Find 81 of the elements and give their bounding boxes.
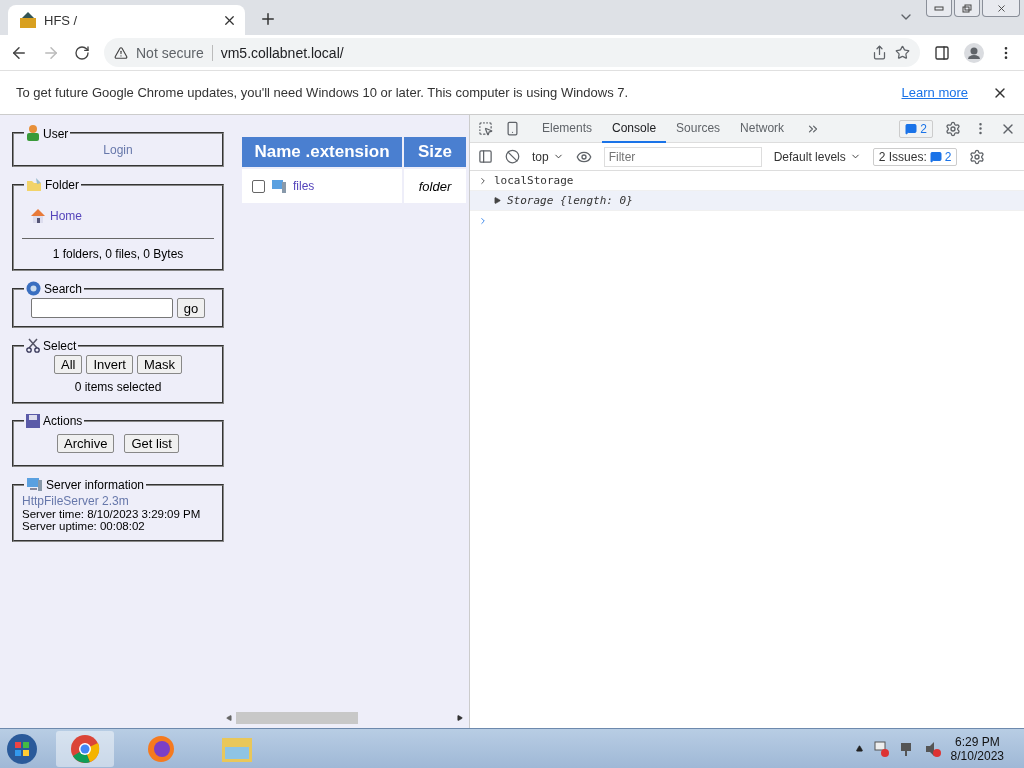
profile-icon[interactable] (964, 42, 984, 63)
console-output-text: Storage {length: 0} (507, 194, 633, 207)
side-panel-icon[interactable] (934, 44, 950, 61)
selection-count: 0 items selected (74, 380, 162, 394)
file-link[interactable]: files (293, 179, 315, 193)
inspect-icon[interactable] (478, 121, 493, 136)
speaker-icon[interactable] (924, 740, 941, 757)
settings-icon[interactable] (969, 148, 986, 165)
infobar-message: To get future Google Chrome updates, you'll need Windows 10 or later. This computer is using Windows 7. (16, 85, 629, 100)
clock-time: 6:29 PM (954, 734, 1000, 749)
start-button[interactable] (6, 732, 38, 765)
search-field[interactable] (30, 298, 173, 318)
folder-icon (26, 177, 42, 192)
action-button[interactable]: Get list (124, 434, 179, 453)
panel-title: User (43, 127, 69, 141)
star-icon[interactable] (895, 45, 910, 60)
devtools-tab[interactable]: Elements (532, 114, 603, 143)
panel-title: Select (43, 339, 77, 353)
taskbar-app[interactable] (56, 730, 114, 767)
browser-tab[interactable]: HFS / (8, 5, 245, 35)
row-checkbox[interactable] (252, 179, 265, 193)
minimize-icon (934, 5, 944, 11)
message-icon (929, 150, 942, 163)
clear-console-icon[interactable] (505, 149, 520, 164)
close-window-button[interactable] (982, 0, 1020, 17)
messages-badge[interactable]: 2 (899, 119, 933, 138)
restore-button[interactable] (954, 0, 980, 17)
server-info-line: Server time: 8/10/2023 3:29:09 PM (22, 508, 202, 520)
select-button[interactable]: Invert (86, 355, 133, 374)
minimize-button[interactable] (926, 0, 952, 17)
new-tab-icon[interactable] (259, 10, 277, 28)
device-icon[interactable] (505, 121, 520, 136)
restore-icon (962, 3, 972, 13)
address-bar[interactable]: Not secure vm5.collabnet.local/ (104, 38, 920, 67)
computer-icon (26, 477, 43, 492)
levels-dropdown[interactable]: Default levels (773, 149, 861, 164)
share-icon[interactable] (872, 45, 887, 60)
sidebar-toggle-icon[interactable] (478, 149, 493, 164)
scissors-icon (26, 338, 40, 353)
user-icon (26, 125, 40, 141)
scroll-right-icon[interactable] (457, 715, 463, 721)
column-header[interactable]: Name .extension (242, 137, 402, 167)
server-info-line: Server uptime: 00:08:02 (22, 520, 146, 532)
select-button[interactable]: All (54, 355, 83, 374)
issues-button[interactable]: 2 Issues: 2 (872, 147, 958, 166)
tray-arrow-icon[interactable] (855, 745, 863, 752)
hfs-logo-icon (20, 12, 36, 28)
home-link[interactable]: Home (50, 209, 82, 223)
reload-icon[interactable] (74, 44, 90, 61)
server-version-link[interactable]: HttpFileServer 2.3m (22, 494, 214, 508)
learn-more-link[interactable]: Learn more (901, 85, 968, 100)
prompt-icon (478, 175, 488, 186)
column-header[interactable]: Size (404, 137, 466, 167)
close-icon (995, 2, 1007, 14)
warning-icon (114, 45, 128, 60)
url-text: vm5.collabnet.local/ (220, 44, 344, 61)
folder-summary: 1 folders, 0 files, 0 Bytes (52, 247, 184, 261)
browser-logo-icon (70, 733, 100, 764)
size-cell: folder (418, 178, 452, 194)
prompt-icon (478, 216, 488, 226)
go-button[interactable]: go (176, 298, 206, 318)
devtools-tab[interactable]: Network (730, 114, 795, 143)
home-icon (30, 208, 46, 224)
scroll-left-icon[interactable] (226, 715, 232, 721)
filter-field[interactable]: Filter (603, 146, 762, 167)
settings-icon[interactable] (945, 120, 961, 137)
clock-date: 8/10/2023 (950, 748, 1004, 763)
security-label: Not secure (136, 44, 213, 61)
panel-title: Search (44, 282, 83, 296)
action-button[interactable]: Archive (57, 434, 115, 453)
panel-title: Server information (46, 478, 145, 492)
login-link[interactable]: Login (103, 143, 133, 157)
expand-icon[interactable] (494, 197, 501, 204)
select-button[interactable]: Mask (136, 355, 182, 374)
console-command-text: localStorage (494, 174, 574, 187)
devtools-tab[interactable]: Sources (666, 114, 731, 143)
panel-title: Folder (45, 178, 79, 192)
computer-icon (271, 178, 287, 194)
panel-title: Actions (43, 414, 83, 428)
context-selector[interactable]: top (532, 149, 564, 164)
browser-logo-icon (146, 733, 176, 764)
